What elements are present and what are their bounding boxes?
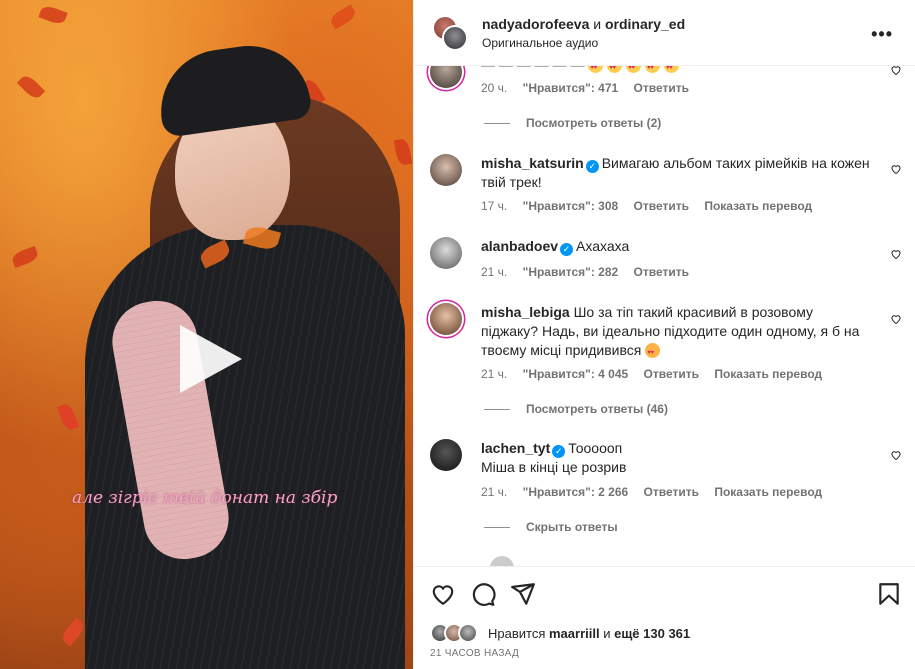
comment-text: — — — — — — xyxy=(481,66,873,78)
likes-conjunction: и xyxy=(603,625,611,641)
post-timestamp[interactable]: 21 ЧАСОВ НАЗАД xyxy=(430,648,519,659)
comment-username[interactable]: misha_katsurin xyxy=(481,155,584,171)
leaf-decoration xyxy=(328,4,358,30)
comments-list[interactable]: — — — — — — 20 ч. "Нравится": 471 Ответи… xyxy=(414,66,915,566)
heart-icon[interactable] xyxy=(890,449,902,461)
leaf-decoration xyxy=(10,245,40,269)
translate-button[interactable]: Показать перевод xyxy=(714,485,822,499)
avatar[interactable] xyxy=(430,66,462,88)
emoji-icon xyxy=(607,66,623,78)
comment-meta: 20 ч. "Нравится": 471 Ответить xyxy=(481,81,701,95)
likes-prefix: Нравится xyxy=(488,625,546,641)
comment-likes[interactable]: "Нравится": 471 xyxy=(523,81,619,95)
view-replies-button[interactable]: Посмотреть ответы (2) xyxy=(484,116,661,130)
liker-avatars xyxy=(430,623,482,643)
divider xyxy=(484,526,510,528)
comment-time: 21 ч. xyxy=(481,485,508,499)
hide-replies-button[interactable]: Скрыть ответы xyxy=(484,520,618,534)
reply-button[interactable]: Ответить xyxy=(644,485,699,499)
translate-button[interactable]: Показать перевод xyxy=(704,199,812,213)
leaf-decoration xyxy=(16,72,46,102)
divider xyxy=(484,122,510,124)
view-replies-label: Посмотреть ответы (2) xyxy=(526,116,662,130)
leaf-decoration xyxy=(59,617,87,647)
comment-time: 21 ч. xyxy=(481,265,508,279)
reply-button[interactable]: Ответить xyxy=(634,199,689,213)
author-conjunction: и xyxy=(593,15,602,32)
comment-username[interactable]: lachen_tyt xyxy=(481,440,550,456)
like-heart-icon[interactable] xyxy=(430,581,456,607)
leaf-decoration xyxy=(38,3,68,27)
video-caption: але зігріє твій донат на збір xyxy=(72,488,338,508)
comment-icon[interactable] xyxy=(470,581,496,607)
video-player[interactable]: але зігріє твій донат на збір xyxy=(0,0,413,669)
comment-likes[interactable]: "Нравится": 308 xyxy=(523,199,619,213)
avatar xyxy=(442,24,468,51)
comment-time: 20 ч. xyxy=(481,81,508,95)
translate-button[interactable]: Показать перевод xyxy=(714,367,822,381)
comment-content: Тоооооп xyxy=(568,440,623,456)
likes-summary: Нравится maarriill и ещё 130 361 xyxy=(430,623,690,643)
view-replies-label: Посмотреть ответы (46) xyxy=(526,402,668,416)
post-authors: nadyadorofeeva и ordinary_ed xyxy=(482,16,685,32)
heart-icon[interactable] xyxy=(890,66,902,76)
comment-content: Ахахаха xyxy=(576,238,630,254)
view-replies-button[interactable]: Посмотреть ответы (46) xyxy=(484,402,668,416)
comment-meta: 21 ч. "Нравится": 282 Ответить xyxy=(481,265,701,279)
hide-replies-label: Скрыть ответы xyxy=(526,520,618,534)
avatar[interactable] xyxy=(430,154,462,186)
author-link[interactable]: nadyadorofeeva xyxy=(482,16,589,32)
play-icon[interactable] xyxy=(180,325,242,393)
heart-icon[interactable] xyxy=(890,163,902,175)
heart-icon[interactable] xyxy=(890,248,902,260)
comment-likes[interactable]: "Нравится": 282 xyxy=(523,265,619,279)
divider xyxy=(484,408,510,410)
liker-username[interactable]: maarriill xyxy=(549,626,600,641)
verified-icon: ✓ xyxy=(560,243,574,256)
reply-button[interactable]: Ответить xyxy=(644,367,699,381)
comment-text: misha_lebiga Шо за тіп такий красивий в … xyxy=(481,303,873,363)
leaf-decoration xyxy=(393,137,413,167)
comment-text: misha_katsurin ✓ Вимагаю альбом таких ріме… xyxy=(481,154,873,192)
comment-username[interactable]: alanbadoev xyxy=(481,238,558,254)
emoji-icon xyxy=(663,66,679,78)
heart-eyes-emoji-icon xyxy=(645,343,661,363)
likes-count[interactable]: ещё 130 361 xyxy=(614,626,690,641)
reply-button[interactable]: Ответить xyxy=(634,81,689,95)
comment-meta: 21 ч. "Нравится": 2 266 Ответить Показат… xyxy=(481,485,834,499)
post-panel: nadyadorofeeva и ordinary_ed Оригинально… xyxy=(413,0,915,669)
avatar[interactable] xyxy=(430,237,462,269)
emoji-icon xyxy=(626,66,642,78)
avatar[interactable] xyxy=(490,556,514,566)
reply-button[interactable]: Ответить xyxy=(634,265,689,279)
author-link[interactable]: ordinary_ed xyxy=(605,16,685,32)
avatar[interactable] xyxy=(430,439,462,471)
emoji-icon xyxy=(588,66,604,78)
post-header: nadyadorofeeva и ordinary_ed Оригинально… xyxy=(414,0,915,66)
comment-time: 21 ч. xyxy=(481,367,508,381)
comment-likes[interactable]: "Нравится": 2 266 xyxy=(523,485,629,499)
more-options-icon[interactable]: ••• xyxy=(871,24,893,45)
comment-time: 17 ч. xyxy=(481,199,508,213)
comment-content: Міша в кінці це розрив xyxy=(481,459,627,475)
comment-meta: 21 ч. "Нравится": 4 045 Ответить Показат… xyxy=(481,367,834,381)
bookmark-icon[interactable] xyxy=(876,581,902,607)
collab-avatars[interactable] xyxy=(430,14,472,51)
avatar[interactable] xyxy=(430,303,462,335)
leaf-decoration xyxy=(56,402,80,432)
verified-icon: ✓ xyxy=(552,445,566,458)
share-icon[interactable] xyxy=(510,581,536,607)
comment-meta: 17 ч. "Нравится": 308 Ответить Показать … xyxy=(481,199,824,213)
comment-username[interactable]: misha_lebiga xyxy=(481,304,570,320)
avatar xyxy=(458,623,478,643)
audio-link[interactable]: Оригинальное аудио xyxy=(482,36,685,50)
comment-likes[interactable]: "Нравится": 4 045 xyxy=(523,367,629,381)
comment-text: alanbadoev ✓ Ахахаха xyxy=(481,237,873,256)
comment-text: lachen_tyt ✓ Тоооооп Міша в кінці це розри… xyxy=(481,439,873,477)
verified-icon: ✓ xyxy=(585,160,599,173)
heart-icon[interactable] xyxy=(890,313,902,325)
emoji-icon xyxy=(645,66,661,78)
